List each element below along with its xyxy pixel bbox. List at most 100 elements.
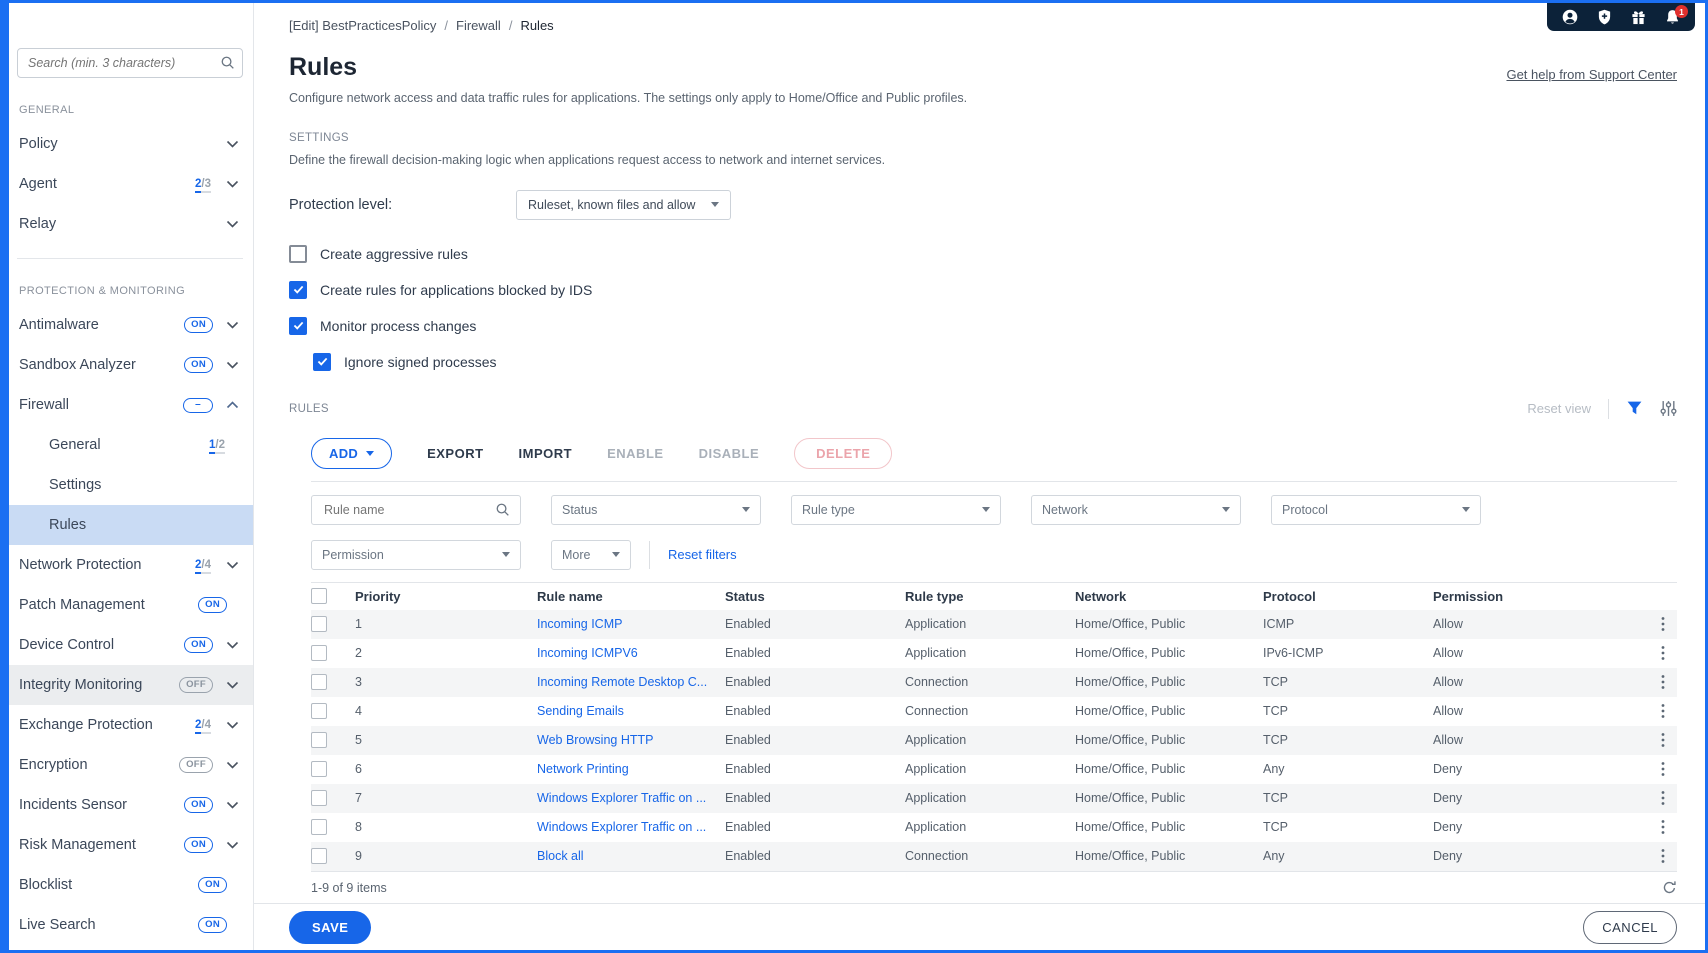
sidebar-item-live-search[interactable]: Live SearchON: [9, 905, 253, 945]
breadcrumb-item-firewall[interactable]: Firewall: [456, 18, 501, 33]
rule-name-link[interactable]: Windows Explorer Traffic on ...: [537, 791, 706, 805]
row-checkbox[interactable]: [311, 732, 327, 748]
sidebar-item-relay[interactable]: Relay: [9, 204, 253, 244]
sidebar-item-firewall[interactable]: Firewall–: [9, 385, 253, 425]
sidebar-item-label: Patch Management: [19, 597, 145, 613]
row-actions-kebab-icon[interactable]: [1649, 674, 1677, 690]
rule-name-link[interactable]: Windows Explorer Traffic on ...: [537, 820, 706, 834]
filter-icon[interactable]: [1626, 400, 1643, 417]
cell-status: Enabled: [725, 762, 905, 776]
import-button[interactable]: IMPORT: [519, 446, 573, 461]
sidebar-item-patch-management[interactable]: Patch ManagementON: [9, 585, 253, 625]
filter-rule-type-dropdown[interactable]: Rule type: [791, 495, 1001, 525]
column-header-priority[interactable]: Priority: [355, 589, 537, 604]
export-button[interactable]: EXPORT: [427, 446, 483, 461]
sidebar-item-encryption[interactable]: EncryptionOFF: [9, 745, 253, 785]
sidebar-item-risk-management[interactable]: Risk ManagementON: [9, 825, 253, 865]
sidebar-search-input[interactable]: [17, 48, 243, 78]
column-header-rule-name[interactable]: Rule name: [537, 589, 725, 604]
filter-more-dropdown[interactable]: More: [551, 540, 631, 570]
sidebar-item-label: Relay: [19, 216, 56, 232]
module-status-badge: ON: [184, 357, 213, 373]
rule-name-search-box[interactable]: [311, 495, 521, 525]
row-checkbox[interactable]: [311, 703, 327, 719]
sidebar-item-integrity-monitoring[interactable]: Integrity MonitoringOFF: [9, 665, 253, 705]
rule-name-link[interactable]: Incoming Remote Desktop C...: [537, 675, 707, 689]
add-button[interactable]: ADD: [311, 438, 392, 469]
sidebar-item-network-protection[interactable]: Network Protection2/4: [9, 545, 253, 585]
row-checkbox[interactable]: [311, 645, 327, 661]
row-checkbox[interactable]: [311, 616, 327, 632]
caret-down-icon: [502, 552, 510, 557]
sidebar-item-agent[interactable]: Agent2/3: [9, 164, 253, 204]
rule-name-link[interactable]: Web Browsing HTTP: [537, 733, 653, 747]
checkbox-ignore-signed-processes[interactable]: [313, 353, 331, 371]
module-status-badge: ON: [184, 637, 213, 653]
column-header-network[interactable]: Network: [1075, 589, 1263, 604]
cancel-button[interactable]: CANCEL: [1583, 911, 1677, 944]
gift-icon[interactable]: [1631, 10, 1646, 25]
checkbox-create-aggressive-rules[interactable]: [289, 245, 307, 263]
setting-row-monitor-process-changes: Monitor process changes: [289, 315, 1677, 337]
row-checkbox[interactable]: [311, 761, 327, 777]
sidebar-item-label: Policy: [19, 136, 58, 152]
row-actions-kebab-icon[interactable]: [1649, 645, 1677, 661]
row-actions-kebab-icon[interactable]: [1649, 819, 1677, 835]
column-header-permission[interactable]: Permission: [1433, 589, 1649, 604]
column-header-status[interactable]: Status: [725, 589, 905, 604]
column-header-protocol[interactable]: Protocol: [1263, 589, 1433, 604]
sidebar-item-label: Exchange Protection: [19, 717, 153, 733]
disable-button: DISABLE: [699, 446, 760, 461]
filter-permission-dropdown[interactable]: Permission: [311, 540, 521, 570]
rule-name-link[interactable]: Incoming ICMPV6: [537, 646, 638, 660]
sidebar-item-antimalware[interactable]: AntimalwareON: [9, 305, 253, 345]
column-header-rule-type[interactable]: Rule type: [905, 589, 1075, 604]
filter-protocol-dropdown[interactable]: Protocol: [1271, 495, 1481, 525]
checkbox-create-rules-for-applications-blocked-by-ids[interactable]: [289, 281, 307, 299]
refresh-icon[interactable]: [1662, 880, 1677, 895]
save-button[interactable]: SAVE: [289, 911, 371, 944]
filter-network-dropdown[interactable]: Network: [1031, 495, 1241, 525]
rule-name-search-input[interactable]: [322, 502, 495, 518]
rule-name-link[interactable]: Network Printing: [537, 762, 629, 776]
row-checkbox[interactable]: [311, 790, 327, 806]
row-checkbox[interactable]: [311, 848, 327, 864]
row-actions-kebab-icon[interactable]: [1649, 703, 1677, 719]
chevron-down-icon: [226, 321, 239, 329]
table-header-row: PriorityRule nameStatusRule typeNetworkP…: [311, 582, 1677, 610]
sidebar-item-blocklist[interactable]: BlocklistON: [9, 865, 253, 905]
checkbox-monitor-process-changes[interactable]: [289, 317, 307, 335]
button-label: DISABLE: [699, 446, 760, 461]
sidebar-item-device-control[interactable]: Device ControlON: [9, 625, 253, 665]
protection-level-select[interactable]: Ruleset, known files and allow: [516, 190, 731, 220]
rule-name-link[interactable]: Sending Emails: [537, 704, 624, 718]
row-actions-kebab-icon[interactable]: [1649, 732, 1677, 748]
user-icon[interactable]: [1562, 9, 1578, 25]
sidebar-item-rules[interactable]: Rules: [9, 505, 253, 545]
delete-button[interactable]: DELETE: [794, 438, 892, 469]
sidebar-item-policy[interactable]: Policy: [9, 124, 253, 164]
row-actions-kebab-icon[interactable]: [1649, 848, 1677, 864]
filter-status-dropdown[interactable]: Status: [551, 495, 761, 525]
sidebar-item-incidents-sensor[interactable]: Incidents SensorON: [9, 785, 253, 825]
bell-icon[interactable]: 1: [1665, 9, 1680, 25]
sidebar-item-general[interactable]: General1/2: [9, 425, 253, 465]
sidebar-item-exchange-protection[interactable]: Exchange Protection2/4: [9, 705, 253, 745]
sidebar-item-sandbox-analyzer[interactable]: Sandbox AnalyzerON: [9, 345, 253, 385]
reset-filters-link[interactable]: Reset filters: [668, 547, 737, 562]
rule-name-link[interactable]: Block all: [537, 849, 584, 863]
column-settings-icon[interactable]: [1660, 400, 1677, 417]
select-all-checkbox[interactable]: [311, 588, 327, 604]
reset-view-button[interactable]: Reset view: [1527, 401, 1591, 416]
sidebar-item-settings[interactable]: Settings: [9, 465, 253, 505]
support-center-link[interactable]: Get help from Support Center: [1506, 67, 1677, 82]
cell-protocol: IPv6-ICMP: [1263, 646, 1433, 660]
row-actions-kebab-icon[interactable]: [1649, 790, 1677, 806]
breadcrumb-item-edit-bestpracticespolicy[interactable]: [Edit] BestPracticesPolicy: [289, 18, 436, 33]
shield-plus-icon[interactable]: [1597, 9, 1612, 25]
row-checkbox[interactable]: [311, 819, 327, 835]
rule-name-link[interactable]: Incoming ICMP: [537, 617, 622, 631]
row-checkbox[interactable]: [311, 674, 327, 690]
row-actions-kebab-icon[interactable]: [1649, 616, 1677, 632]
row-actions-kebab-icon[interactable]: [1649, 761, 1677, 777]
